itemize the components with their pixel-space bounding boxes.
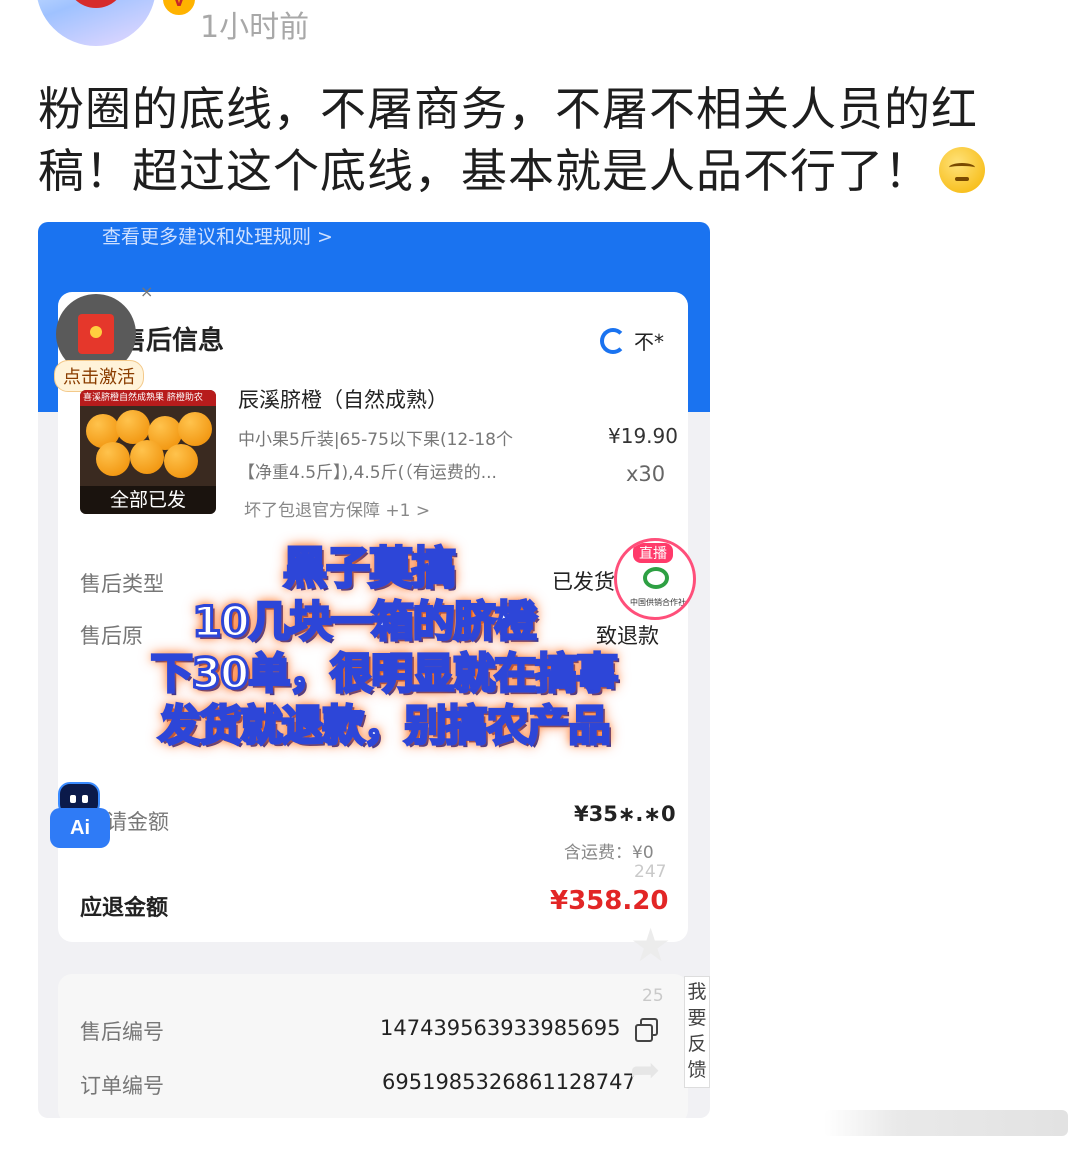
shipping-fee: 含运费：¥0 [564, 843, 654, 863]
aftersale-id-value: 147439563933985695 [380, 1016, 621, 1040]
post-text-line1: 粉圈的底线，不屠商务，不屠不相关人员的红 [38, 82, 978, 136]
product-price: ¥19.90 [608, 424, 678, 448]
buyer-logo-icon [600, 328, 626, 354]
apply-amount-label: 请金额 [106, 810, 169, 834]
product-image[interactable]: 喜溪脐橙自然成熟果 脐橙助农 全部已发 [80, 390, 216, 514]
refund-value: ¥358.20 [550, 886, 669, 916]
aftersale-id-label: 售后编号 [80, 1020, 164, 1044]
refund-label: 应退金额 [80, 896, 169, 921]
avatar-image [36, 0, 156, 46]
overlay-line3: 下30单，很明显就在搞事 [149, 648, 619, 700]
post-text-line2-wrap: 稿！超过这个底线，基本就是人品不行了！ [38, 140, 998, 202]
ai-assistant-button[interactable]: Ai [50, 782, 112, 848]
close-icon[interactable]: × [140, 282, 153, 301]
product-spec: 中小果5斤装|65-75以下果(12-18个 【净重4.5斤】),4.5斤(（有… [238, 424, 568, 490]
share-arrow-icon[interactable]: ➦ [630, 1050, 660, 1091]
watermark [824, 1110, 1068, 1136]
product-spec-line1: 中小果5斤装|65-75以下果(12-18个 [238, 430, 513, 450]
product-quantity: x30 [626, 462, 666, 486]
overlay-line4: 发货就退款，别搞农产品 [157, 700, 612, 752]
post-timestamp: 1小时前 [200, 10, 310, 45]
overlay-line1: 黑子莫搞 [282, 542, 458, 596]
star-icon[interactable]: ★ [630, 922, 676, 968]
post-body: 粉圈的底线，不屠商务，不屠不相关人员的红 稿！超过这个底线，基本就是人品不行了！ [38, 78, 998, 202]
order-id-value: 6951985326861128747 [382, 1070, 636, 1094]
user-avatar[interactable]: V [36, 0, 198, 46]
rules-link[interactable]: 查看更多建议和处理规则 > [102, 222, 333, 249]
share-count: 25 [642, 986, 664, 1006]
product-name[interactable]: 辰溪脐橙（自然成熟） [238, 384, 448, 414]
order-id-label: 订单编号 [80, 1074, 164, 1098]
post-image[interactable]: 查看更多建议和处理规则 > 售后信息 × 点击激活 不* 喜溪脐橙自然成熟果 脐… [38, 222, 710, 1118]
product-image-caption: 全部已发 [80, 486, 216, 514]
caption-overlay: 黑子莫搞 10几块一箱的脐橙 下30单，很明显就在搞事 发货就退款，别搞农产品 [74, 542, 694, 752]
verified-badge-icon: V [160, 0, 198, 18]
rolling-eyes-face-icon [939, 147, 985, 193]
like-count: 247 [634, 862, 667, 882]
red-envelope-icon [78, 314, 114, 354]
activate-button[interactable]: 点击激活 [54, 360, 144, 392]
ai-label: Ai [50, 808, 110, 848]
product-spec-line2: 【净重4.5斤】),4.5斤(（有运费的... [238, 463, 497, 483]
apply-amount-value: ¥35∗.∗0 [574, 802, 676, 826]
post-text-line2: 稿！超过这个底线，基本就是人品不行了！ [38, 144, 931, 198]
guarantee-tag[interactable]: 坏了包退官方保障 +1 > [244, 496, 430, 521]
feedback-button[interactable]: 我要反馈 [684, 976, 710, 1088]
buyer-name: 不* [634, 330, 664, 354]
product-image-banner: 喜溪脐橙自然成熟果 脐橙助农 [80, 390, 216, 406]
copy-icon[interactable] [635, 1018, 658, 1042]
overlay-line2: 10几块一箱的脐橙 [191, 596, 538, 648]
